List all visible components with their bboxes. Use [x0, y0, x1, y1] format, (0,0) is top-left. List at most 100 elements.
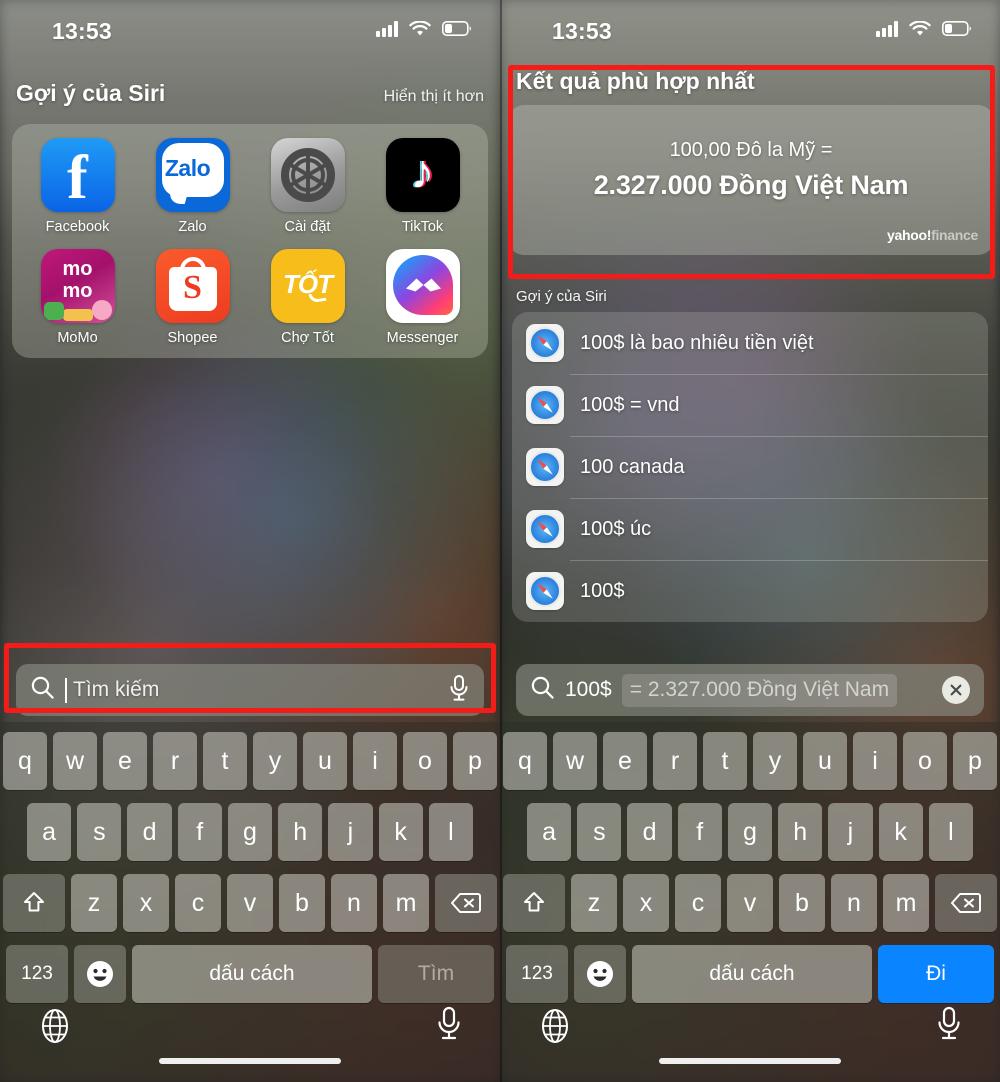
shift-arrow-icon[interactable] [503, 874, 565, 932]
key-b[interactable]: b [779, 874, 825, 932]
list-item[interactable]: 100$ úc [512, 498, 988, 560]
app-zalo[interactable]: Zalo Zalo [135, 138, 250, 235]
key-a[interactable]: a [527, 803, 572, 861]
key-v[interactable]: v [227, 874, 273, 932]
key-c[interactable]: c [175, 874, 221, 932]
key-s[interactable]: s [577, 803, 622, 861]
zalo-icon: Zalo [155, 138, 230, 212]
app-momo[interactable]: mo mo MoMo [20, 249, 135, 346]
key-j[interactable]: j [828, 803, 873, 861]
key-n[interactable]: n [331, 874, 377, 932]
globe-icon[interactable] [38, 1008, 72, 1049]
app-label: Zalo [178, 219, 207, 235]
key-z[interactable]: z [571, 874, 617, 932]
key-i[interactable]: i [353, 732, 397, 790]
cellular-bars-icon [876, 20, 898, 42]
panel-divider [500, 0, 502, 1082]
app-shopee[interactable]: S Shopee [135, 249, 250, 346]
list-item[interactable]: 100$ = vnd [512, 374, 988, 436]
key-p[interactable]: p [953, 732, 997, 790]
key-n[interactable]: n [831, 874, 877, 932]
keyboard-row-3: z x c v b n m [3, 874, 497, 932]
app-label: TikTok [401, 219, 444, 235]
app-tiktok[interactable]: ♪ TikTok [365, 138, 480, 235]
home-indicator[interactable] [159, 1058, 341, 1064]
list-item[interactable]: 100$ là bao nhiêu tiền việt [512, 312, 988, 374]
search-field-right[interactable]: 100$ = 2.327.000 Đồng Việt Nam [516, 664, 984, 716]
app-cho-tot[interactable]: TỐT Chợ Tốt [250, 249, 365, 346]
key-y[interactable]: y [753, 732, 797, 790]
backspace-icon[interactable] [435, 874, 497, 932]
shopee-icon: S [155, 249, 230, 323]
key-h[interactable]: h [778, 803, 823, 861]
backspace-icon[interactable] [935, 874, 997, 932]
key-g[interactable]: g [227, 803, 273, 861]
search-field-left[interactable]: Tìm kiếm [16, 664, 484, 716]
safari-icon [526, 324, 564, 362]
app-suggestions-card: f Facebook Zalo Zalo Cài đặt ♪ TikTok mo… [12, 124, 488, 358]
key-p[interactable]: p [453, 732, 497, 790]
key-l[interactable]: l [428, 803, 473, 861]
key-r[interactable]: r [153, 732, 197, 790]
key-w[interactable]: w [53, 732, 97, 790]
key-m[interactable]: m [883, 874, 929, 932]
app-settings[interactable]: Cài đặt [250, 138, 365, 235]
key-d[interactable]: d [627, 803, 672, 861]
shift-arrow-icon[interactable] [3, 874, 65, 932]
status-clock: 13:53 [552, 17, 612, 44]
key-b[interactable]: b [279, 874, 325, 932]
key-h[interactable]: h [278, 803, 323, 861]
microphone-icon[interactable] [448, 674, 470, 707]
key-o[interactable]: o [403, 732, 447, 790]
key-u[interactable]: u [803, 732, 847, 790]
key-u[interactable]: u [303, 732, 347, 790]
key-x[interactable]: x [123, 874, 169, 932]
key-f[interactable]: f [177, 803, 222, 861]
key-o[interactable]: o [903, 732, 947, 790]
key-a[interactable]: a [27, 803, 72, 861]
key-i[interactable]: i [853, 732, 897, 790]
key-x[interactable]: x [623, 874, 669, 932]
suggestion-text: 100$ úc [580, 517, 652, 540]
best-match-title: Kết quả phù hợp nhất [516, 68, 755, 94]
key-q[interactable]: q [503, 732, 547, 790]
keyboard-row-3: z x c v b n m [503, 874, 997, 932]
app-facebook[interactable]: f Facebook [20, 138, 135, 235]
key-s[interactable]: s [77, 803, 122, 861]
key-k[interactable]: k [378, 803, 423, 861]
currency-conversion-card[interactable]: 100,00 Đô la Mỹ = 2.327.000 Đồng Việt Na… [508, 105, 994, 255]
key-c[interactable]: c [675, 874, 721, 932]
microphone-icon[interactable] [936, 1006, 962, 1047]
key-e[interactable]: e [603, 732, 647, 790]
show-less-button[interactable]: Hiển thị ít hơn [384, 88, 484, 106]
messenger-icon [385, 249, 460, 323]
globe-icon[interactable] [538, 1008, 572, 1049]
key-l[interactable]: l [928, 803, 973, 861]
key-m[interactable]: m [383, 874, 429, 932]
key-t[interactable]: t [703, 732, 747, 790]
clear-x-icon[interactable] [942, 676, 970, 704]
key-v[interactable]: v [727, 874, 773, 932]
list-item[interactable]: 100 canada [512, 436, 988, 498]
key-y[interactable]: y [253, 732, 297, 790]
key-j[interactable]: j [328, 803, 373, 861]
siri-section-title: Gợi ý của Siri [16, 80, 166, 106]
key-r[interactable]: r [653, 732, 697, 790]
key-d[interactable]: d [127, 803, 172, 861]
key-e[interactable]: e [103, 732, 147, 790]
key-w[interactable]: w [553, 732, 597, 790]
app-label: Cài đặt [284, 219, 331, 235]
facebook-icon: f [40, 138, 115, 212]
app-messenger[interactable]: Messenger [365, 249, 480, 346]
list-item[interactable]: 100$ [512, 560, 988, 622]
app-grid-row-1: f Facebook Zalo Zalo Cài đặt ♪ TikTok [20, 138, 480, 235]
key-g[interactable]: g [727, 803, 773, 861]
key-q[interactable]: q [3, 732, 47, 790]
app-label: Facebook [45, 219, 110, 235]
key-f[interactable]: f [677, 803, 722, 861]
key-t[interactable]: t [203, 732, 247, 790]
key-k[interactable]: k [878, 803, 923, 861]
key-z[interactable]: z [71, 874, 117, 932]
home-indicator[interactable] [659, 1058, 841, 1064]
microphone-icon[interactable] [436, 1006, 462, 1047]
